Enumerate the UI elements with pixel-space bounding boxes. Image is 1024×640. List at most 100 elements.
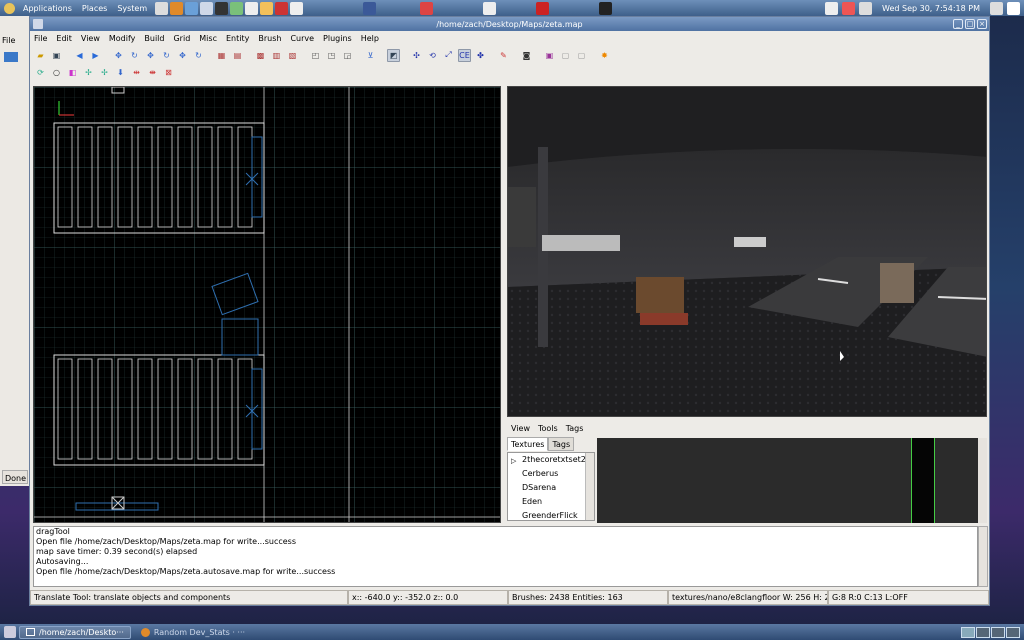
applications-menu[interactable]: Applications (21, 4, 74, 13)
menu-misc[interactable]: Misc (199, 34, 217, 43)
places-menu[interactable]: Places (80, 4, 109, 13)
flip-y-icon[interactable]: ✥ (144, 49, 157, 62)
tab-textures[interactable]: Textures (507, 437, 549, 451)
hollow-icon[interactable]: ▧ (286, 49, 299, 62)
entity-icon[interactable]: ◙ (520, 49, 533, 62)
cycle-icon[interactable]: ⟳ (34, 66, 47, 79)
redo-icon[interactable]: ▶ (89, 49, 102, 62)
texture-menu-view[interactable]: View (511, 424, 530, 433)
rotate-icon[interactable]: ⟲ (426, 49, 439, 62)
rotate-z-icon[interactable]: ↻ (192, 49, 205, 62)
spider-icon[interactable] (599, 1, 613, 15)
console-scrollbar[interactable] (978, 526, 988, 587)
menu-view[interactable]: View (81, 34, 100, 43)
launcher-icon[interactable] (290, 1, 304, 15)
maximize-button[interactable]: □ (965, 19, 975, 29)
list-item[interactable]: DSarena (508, 481, 594, 495)
menu-edit[interactable]: Edit (56, 34, 72, 43)
tray-icon[interactable] (842, 1, 856, 15)
menu-curve[interactable]: Curve (290, 34, 314, 43)
clip-select-icon[interactable]: ◳ (325, 49, 338, 62)
loop-icon[interactable]: ○ (50, 66, 63, 79)
texture-menu-tags[interactable]: Tags (566, 424, 584, 433)
launcher-icon[interactable] (200, 1, 214, 15)
grid-canvas[interactable] (34, 87, 501, 523)
drag-tool-icon[interactable]: ✤ (474, 49, 487, 62)
system-menu[interactable]: System (115, 4, 149, 13)
entity-tree-icon[interactable]: ✢ (82, 66, 95, 79)
list-item[interactable]: GreenderFlick (508, 509, 594, 520)
menu-plugins[interactable]: Plugins (323, 34, 352, 43)
menu-grid[interactable]: Grid (173, 34, 190, 43)
clock[interactable]: Wed Sep 30, 7:54:18 PM (876, 4, 986, 13)
menu-brush[interactable]: Brush (258, 34, 281, 43)
workspace-1[interactable] (961, 626, 975, 638)
minimize-button[interactable]: _ (953, 19, 963, 29)
down-arrow-icon[interactable]: ⬇ (114, 66, 127, 79)
tray-icon[interactable] (990, 1, 1003, 15)
workspace-switcher[interactable] (961, 626, 1020, 638)
tray-icon[interactable] (825, 1, 839, 15)
close-button[interactable]: × (977, 19, 987, 29)
entity-list-icon[interactable]: ✢ (98, 66, 111, 79)
filezilla-icon[interactable] (536, 1, 550, 15)
texture-tree-scrollbar[interactable] (585, 453, 594, 520)
gmail-icon[interactable] (420, 1, 434, 15)
texture-tree[interactable]: ▷ 2thecoretxtset2 Cerberus DSarena Eden … (507, 452, 595, 521)
texture-browser-icon[interactable]: ▣ (543, 49, 556, 62)
tray-icon[interactable] (1007, 1, 1020, 15)
scale-icon[interactable]: ⤢ (442, 49, 455, 62)
list-item[interactable]: Cerberus (508, 467, 594, 481)
expand-triangle-icon[interactable]: ▷ (511, 457, 516, 465)
back-arrow-icon[interactable] (4, 52, 18, 62)
list-item[interactable]: Eden (508, 495, 594, 509)
shader-toggle-icon[interactable]: ◧ (66, 66, 79, 79)
texture-menu-tools[interactable]: Tools (538, 424, 558, 433)
rotate-x-icon[interactable]: ↻ (128, 49, 141, 62)
firefox-icon[interactable] (170, 1, 184, 15)
change-view-icon[interactable]: ⊻ (364, 49, 377, 62)
menu-build[interactable]: Build (144, 34, 164, 43)
workspace-2[interactable] (976, 626, 990, 638)
clipper-icon[interactable]: ◰ (309, 49, 322, 62)
split-horizontal-icon[interactable]: ⇹ (130, 66, 143, 79)
csg-merge-icon[interactable]: ▥ (270, 49, 283, 62)
csg-subtract-icon[interactable]: ▩ (254, 49, 267, 62)
rotate-y-icon[interactable]: ↻ (160, 49, 173, 62)
tray-icon[interactable] (859, 1, 873, 15)
launcher-icon[interactable] (185, 1, 199, 15)
texture-preview[interactable] (597, 438, 987, 523)
menu-modify[interactable]: Modify (109, 34, 136, 43)
clip-split-icon[interactable]: ◲ (341, 49, 354, 62)
texture-lock-icon[interactable]: ◩ (387, 48, 400, 62)
menu-file[interactable]: File (34, 34, 47, 43)
undo-icon[interactable]: ◀ (73, 49, 86, 62)
shader-icon[interactable]: ▢ (559, 49, 572, 62)
flip-z-icon[interactable]: ✥ (176, 49, 189, 62)
printer-icon[interactable] (483, 1, 497, 15)
texture-thumbnail[interactable] (911, 438, 935, 523)
launcher-icon[interactable] (260, 1, 274, 15)
open-icon[interactable]: ▰ (34, 49, 47, 62)
workspace-4[interactable] (1006, 626, 1020, 638)
facebook-icon[interactable] (363, 1, 377, 15)
gnome-foot-icon[interactable] (4, 2, 15, 14)
select-complete-icon[interactable]: ▦ (215, 49, 228, 62)
flip-x-icon[interactable]: ✥ (112, 49, 125, 62)
texture-preview-scrollbar[interactable] (978, 438, 987, 523)
menu-entity[interactable]: Entity (226, 34, 249, 43)
deselect-icon[interactable]: ⊠ (162, 66, 175, 79)
save-icon[interactable]: ▣ (50, 49, 63, 62)
app-icon[interactable] (33, 19, 43, 29)
workspace-3[interactable] (991, 626, 1005, 638)
terminal-icon[interactable] (215, 1, 229, 15)
select-touching-icon[interactable]: ▤ (231, 49, 244, 62)
split-vertical-icon[interactable]: ⇼ (146, 66, 159, 79)
show-desktop-icon[interactable] (4, 626, 16, 638)
translate-icon[interactable]: ✣ (410, 49, 423, 62)
list-item[interactable]: 2thecoretxtset2 (508, 453, 594, 467)
menu-help[interactable]: Help (361, 34, 379, 43)
surface-inspector-icon[interactable]: ▢ (575, 49, 588, 62)
launcher-icon[interactable] (155, 1, 169, 15)
title-bar[interactable]: /home/zach/Desktop/Maps/zeta.map _ □ × (30, 17, 989, 31)
